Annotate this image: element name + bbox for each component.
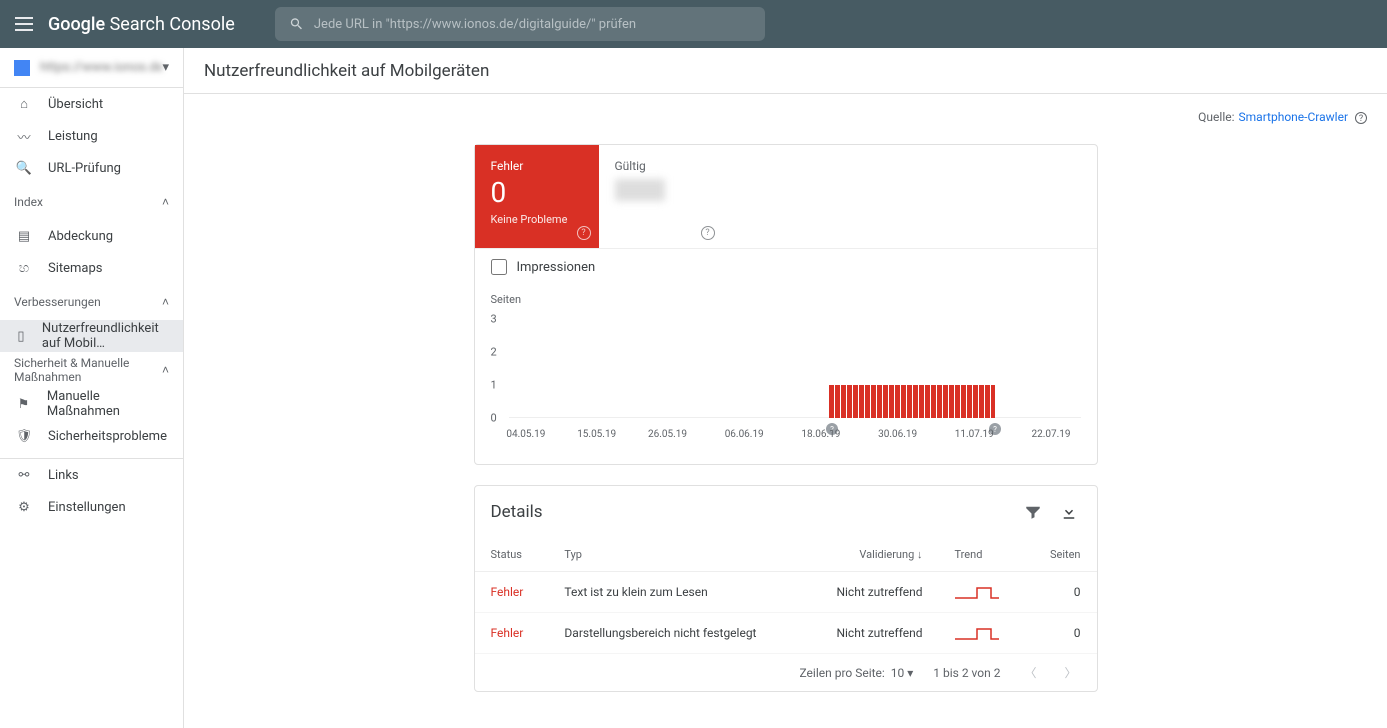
col-type[interactable]: Typ xyxy=(548,538,803,572)
sidebar-item-mobile-usability[interactable]: ▯ Nutzerfreundlichkeit auf Mobil… xyxy=(0,320,183,352)
details-heading: Details xyxy=(491,502,543,522)
pager-prev[interactable]: 〈 xyxy=(1020,664,1040,681)
sidebar-item-label: Leistung xyxy=(48,129,98,144)
rows-per-page-label: Zeilen pro Seite: xyxy=(799,666,884,680)
chevron-up-icon: ˄ xyxy=(162,295,169,309)
help-icon[interactable]: ? xyxy=(577,226,591,240)
cell-pages: 0 xyxy=(1025,572,1096,613)
hamburger-icon[interactable] xyxy=(12,12,36,36)
summary-tab-error[interactable]: Fehler 0 Keine Probleme ? xyxy=(475,145,599,248)
coverage-icon: ▤ xyxy=(14,226,34,246)
details-card: Details Status Typ Validierung ↓ Trend S… xyxy=(474,485,1098,692)
sidebar-section-index[interactable]: Index ˄ xyxy=(0,184,183,220)
dropdown-icon[interactable]: ▾ xyxy=(907,666,913,680)
pager-next[interactable]: 〉 xyxy=(1060,664,1080,681)
logo: Google Search Console xyxy=(48,14,235,35)
page-title: Nutzerfreundlichkeit auf Mobilgeräten xyxy=(184,48,1387,94)
table-row[interactable]: Fehler Text ist zu klein zum Lesen Nicht… xyxy=(475,572,1097,613)
pager-range: 1 bis 2 von 2 xyxy=(933,666,1000,680)
sidebar-item-label: URL-Prüfung xyxy=(48,161,121,176)
sidebar-item-label: Übersicht xyxy=(48,97,103,112)
sidebar: https://www.ionos.de/dig… ▾ ⌂ Übersicht 〰… xyxy=(0,48,184,728)
cell-trend xyxy=(939,572,1026,613)
rows-per-page-value[interactable]: 10 xyxy=(891,666,905,680)
sidebar-section-enhancements[interactable]: Verbesserungen ˄ xyxy=(0,284,183,320)
flag-icon: ⚑ xyxy=(14,394,33,414)
summary-error-value: 0 xyxy=(491,179,583,207)
chevron-up-icon: ˄ xyxy=(162,195,169,209)
col-trend[interactable]: Trend xyxy=(939,538,1026,572)
chevron-up-icon: ˄ xyxy=(162,363,169,377)
cell-type: Text ist zu klein zum Lesen xyxy=(548,572,803,613)
shield-icon: 🛡 xyxy=(14,426,34,446)
links-icon: ⚯ xyxy=(14,465,34,485)
help-icon[interactable]: ? xyxy=(1355,112,1367,124)
sidebar-item-label: Sicherheitsprobleme xyxy=(48,429,167,444)
sidebar-item-manual-actions[interactable]: ⚑ Manuelle Maßnahmen xyxy=(0,388,183,420)
impressions-checkbox[interactable] xyxy=(491,259,507,275)
cell-status: Fehler xyxy=(475,572,549,613)
cell-trend xyxy=(939,613,1026,654)
download-icon[interactable] xyxy=(1057,500,1081,524)
search-icon: 🔍 xyxy=(14,158,34,178)
impressions-label: Impressionen xyxy=(517,260,596,275)
col-validation[interactable]: Validierung ↓ xyxy=(804,538,939,572)
sidebar-item-label: Einstellungen xyxy=(48,500,126,515)
help-icon[interactable]: ? xyxy=(701,226,715,240)
chart-y-title: Seiten xyxy=(491,293,1081,306)
cell-validation: Nicht zutreffend xyxy=(804,613,939,654)
col-status[interactable]: Status xyxy=(475,538,549,572)
sidebar-item-url-inspect[interactable]: 🔍 URL-Prüfung xyxy=(0,152,183,184)
cell-pages: 0 xyxy=(1025,613,1096,654)
sidebar-item-sitemaps[interactable]: හ Sitemaps xyxy=(0,252,183,284)
sidebar-section-label: Verbesserungen xyxy=(14,295,101,309)
sidebar-item-label: Manuelle Maßnahmen xyxy=(47,389,169,419)
chart: 0 1 2 3 ? ? 04.05.19 15.05.19 26.05.19 xyxy=(491,310,1081,440)
sidebar-section-label: Sicherheit & Manuelle Maßnahmen xyxy=(14,356,144,384)
sidebar-item-links[interactable]: ⚯ Links xyxy=(0,459,183,491)
cell-status: Fehler xyxy=(475,613,549,654)
sidebar-item-label: Nutzerfreundlichkeit auf Mobil… xyxy=(42,321,169,351)
property-selector[interactable]: https://www.ionos.de/dig… ▾ xyxy=(0,48,183,88)
col-pages[interactable]: Seiten xyxy=(1025,538,1096,572)
property-label: https://www.ionos.de/dig… xyxy=(40,60,162,75)
chart-icon: 〰 xyxy=(14,126,34,146)
sidebar-item-overview[interactable]: ⌂ Übersicht xyxy=(0,88,183,120)
url-search-input[interactable] xyxy=(314,17,751,32)
summary-card: Fehler 0 Keine Probleme ? Gültig ? Impre… xyxy=(474,144,1098,465)
summary-valid-label: Gültig xyxy=(615,159,707,173)
gear-icon: ⚙ xyxy=(14,497,34,517)
sidebar-item-security-issues[interactable]: 🛡 Sicherheitsprobleme xyxy=(0,420,183,452)
source-link[interactable]: Smartphone-Crawler xyxy=(1239,110,1349,124)
sidebar-item-label: Abdeckung xyxy=(48,229,113,244)
summary-valid-value xyxy=(615,179,665,201)
sidebar-section-label: Index xyxy=(14,195,43,209)
sidebar-item-settings[interactable]: ⚙ Einstellungen xyxy=(0,491,183,523)
filter-icon[interactable] xyxy=(1021,500,1045,524)
table-row[interactable]: Fehler Darstellungsbereich nicht festgel… xyxy=(475,613,1097,654)
mobile-icon: ▯ xyxy=(14,326,28,346)
sitemap-icon: හ xyxy=(14,258,34,278)
data-source: Quelle:Smartphone-Crawler ? xyxy=(204,110,1367,124)
cell-validation: Nicht zutreffend xyxy=(804,572,939,613)
search-icon xyxy=(289,16,304,32)
chevron-down-icon: ▾ xyxy=(162,60,169,75)
sidebar-item-coverage[interactable]: ▤ Abdeckung xyxy=(0,220,183,252)
sidebar-item-performance[interactable]: 〰 Leistung xyxy=(0,120,183,152)
url-search[interactable] xyxy=(275,7,765,41)
property-icon xyxy=(14,60,30,76)
summary-error-label: Fehler xyxy=(491,159,583,173)
sidebar-item-label: Links xyxy=(48,468,79,483)
home-icon: ⌂ xyxy=(14,94,34,114)
sidebar-section-security[interactable]: Sicherheit & Manuelle Maßnahmen ˄ xyxy=(0,352,183,388)
sort-down-icon: ↓ xyxy=(917,548,923,561)
cell-type: Darstellungsbereich nicht festgelegt xyxy=(548,613,803,654)
sidebar-item-label: Sitemaps xyxy=(48,261,103,276)
chart-bars-error xyxy=(829,385,995,418)
summary-error-sub: Keine Probleme xyxy=(491,213,583,226)
summary-tab-valid[interactable]: Gültig ? xyxy=(599,145,723,248)
